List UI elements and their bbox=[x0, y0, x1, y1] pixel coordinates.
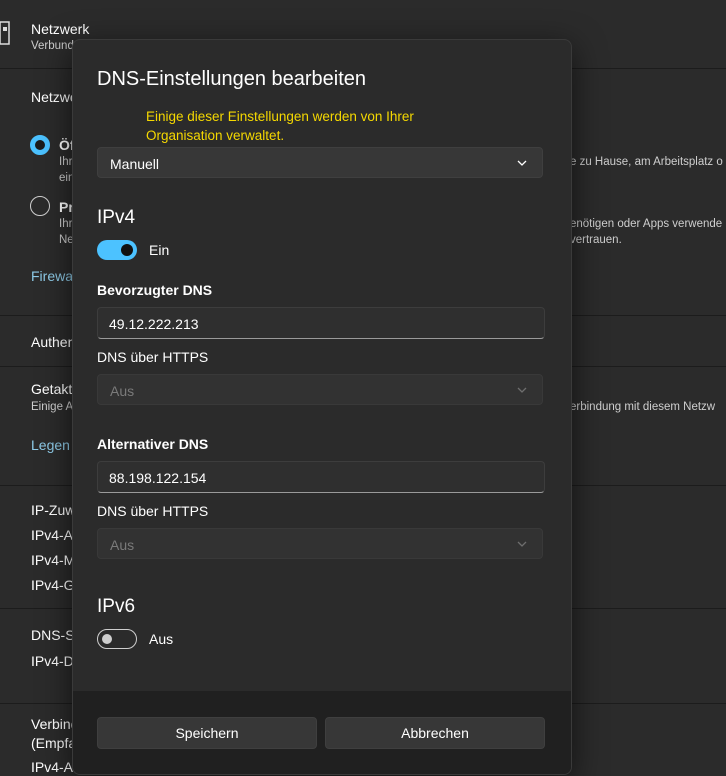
dns-settings-dialog: DNS-Einstellungen bearbeiten Einige dies… bbox=[72, 39, 572, 775]
radio-private-desc-1: Ihr bbox=[59, 218, 73, 230]
metered-desc-right: erbindung mit diesem Netzw bbox=[570, 401, 716, 413]
managed-notice: Einige dieser Einstellungen werden von I… bbox=[146, 109, 414, 143]
preferred-dns-input[interactable]: 49.12.222.213 bbox=[97, 307, 545, 339]
dns-mode-dropdown[interactable]: Manuell bbox=[97, 147, 543, 178]
dialog-footer: Speichern Abbrechen bbox=[73, 691, 571, 774]
network-title: Netzwerk bbox=[31, 21, 90, 37]
radio-public[interactable] bbox=[30, 135, 50, 155]
doh-preferred-dropdown[interactable]: Aus bbox=[97, 374, 543, 405]
alternate-dns-label: Alternativer DNS bbox=[97, 436, 209, 452]
radio-public-desc-right: e zu Hause, am Arbeitsplatz o bbox=[570, 156, 723, 168]
data-limit-link[interactable]: Legen bbox=[31, 437, 70, 453]
alternate-dns-input[interactable]: 88.198.122.154 bbox=[97, 461, 545, 493]
doh-alternate-dropdown[interactable]: Aus bbox=[97, 528, 543, 559]
chevron-down-icon bbox=[517, 387, 527, 393]
doh-preferred-value: Aus bbox=[110, 383, 135, 399]
preferred-dns-value: 49.12.222.213 bbox=[109, 316, 199, 332]
ipv4-heading: IPv4 bbox=[97, 207, 136, 228]
doh-alternate-value: Aus bbox=[110, 537, 135, 553]
alternate-dns-value: 88.198.122.154 bbox=[109, 470, 207, 486]
dns-mode-value: Manuell bbox=[110, 156, 160, 172]
chevron-down-icon bbox=[517, 160, 527, 166]
cancel-button[interactable]: Abbrechen bbox=[325, 717, 545, 749]
network-icon bbox=[0, 21, 10, 45]
ipv6-toggle-label: Aus bbox=[149, 631, 174, 647]
doh-alternate-label: DNS über HTTPS bbox=[97, 503, 209, 519]
ipv4-toggle-label: Ein bbox=[149, 242, 170, 258]
ipv6-toggle[interactable] bbox=[97, 629, 137, 649]
save-button[interactable]: Speichern bbox=[97, 717, 317, 749]
radio-private-desc-right-1: enötigen oder Apps verwende bbox=[570, 218, 723, 230]
radio-public-desc-1: Ihr bbox=[59, 156, 73, 168]
radio-private-desc-right-2: vertrauen. bbox=[570, 234, 622, 246]
ipv6-heading: IPv6 bbox=[97, 596, 136, 617]
metered-desc: Einige A bbox=[31, 401, 74, 413]
ipv4-toggle[interactable] bbox=[97, 240, 137, 260]
doh-preferred-label: DNS über HTTPS bbox=[97, 349, 209, 365]
chevron-down-icon bbox=[517, 541, 527, 547]
dialog-title: DNS-Einstellungen bearbeiten bbox=[97, 68, 367, 90]
radio-private[interactable] bbox=[30, 196, 50, 216]
preferred-dns-label: Bevorzugter DNS bbox=[97, 282, 213, 298]
